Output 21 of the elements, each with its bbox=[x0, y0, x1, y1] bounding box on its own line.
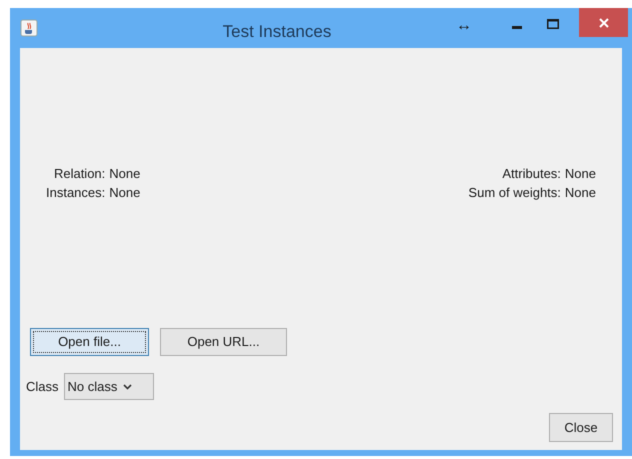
stat-value: None bbox=[564, 165, 596, 183]
stat-label: Relation: bbox=[52, 165, 106, 183]
open-button[interactable]: Open file... bbox=[30, 328, 149, 356]
chevron-down-icon bbox=[123, 384, 132, 390]
resize-glyph[interactable]: ↔ bbox=[456, 14, 472, 38]
window-title: Test Instances bbox=[222, 21, 332, 43]
close-icon bbox=[598, 18, 608, 28]
stat-label: Instances: bbox=[46, 184, 106, 202]
open-button[interactable]: Open URL... bbox=[160, 328, 287, 356]
close-button[interactable]: Close bbox=[549, 413, 613, 442]
stat-label: Attributes: bbox=[501, 165, 561, 183]
stat-label: Sum of weights: bbox=[468, 184, 561, 202]
class-label: Class bbox=[26, 378, 59, 396]
stat-value: None bbox=[109, 184, 140, 202]
stat-value: None bbox=[564, 184, 596, 202]
close-window-button[interactable] bbox=[579, 8, 628, 37]
java-cup-icon bbox=[20, 19, 38, 37]
maximize-icon[interactable] bbox=[547, 19, 559, 29]
minimize-icon[interactable] bbox=[512, 26, 522, 30]
class-dropdown[interactable]: No class bbox=[64, 373, 154, 400]
stat-value: None bbox=[109, 165, 140, 183]
